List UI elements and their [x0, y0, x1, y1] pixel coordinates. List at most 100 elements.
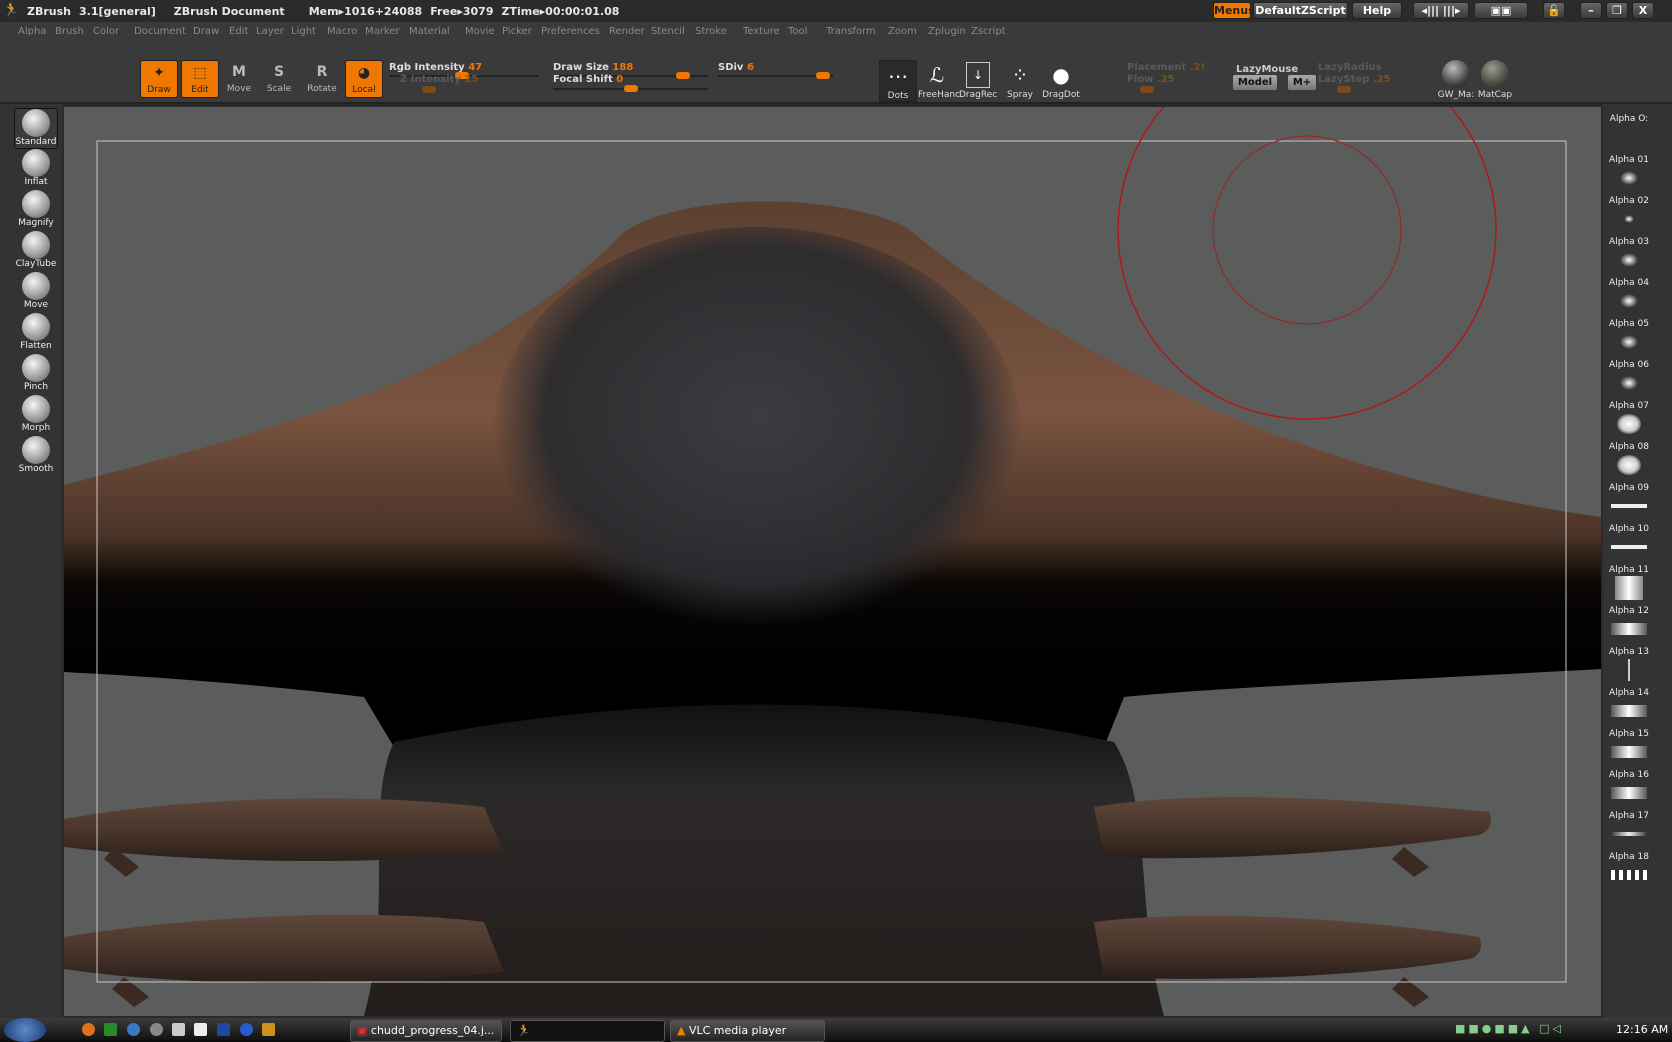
sdiv-slider[interactable]: SDiv 6 — [718, 62, 754, 73]
alpha-item[interactable]: Alpha O: — [1608, 114, 1650, 155]
menu-stroke[interactable]: Stroke — [695, 26, 727, 37]
local-button[interactable]: ◕ Local — [345, 60, 383, 98]
material-matcap[interactable]: MatCap — [1476, 60, 1514, 102]
alpha-item[interactable]: Alpha 10 — [1608, 524, 1650, 565]
minimize-icon[interactable]: – — [1580, 2, 1602, 19]
fireworks-icon[interactable] — [262, 1023, 275, 1036]
help-button[interactable]: Help — [1352, 2, 1402, 19]
brush-claytube[interactable]: ClayTube — [14, 231, 58, 272]
draw-size-slider[interactable]: Draw Size 188 — [553, 62, 633, 73]
flow-slider[interactable]: Flow .25 — [1127, 74, 1175, 85]
lazymouse-mplus-button[interactable]: M+ — [1288, 75, 1316, 90]
lock-icon[interactable]: 🔓 — [1543, 2, 1565, 19]
menu-transform[interactable]: Transform — [826, 26, 876, 37]
draw-size-knob[interactable] — [676, 72, 690, 79]
close-icon[interactable]: X — [1632, 2, 1654, 19]
focal-shift-knob[interactable] — [624, 85, 638, 92]
menu-layer[interactable]: Layer — [256, 26, 284, 37]
menu-edit[interactable]: Edit — [229, 26, 248, 37]
tray-shift-icon[interactable]: ◂||| |||▸ — [1413, 2, 1469, 19]
draw-button[interactable]: ✦ Draw — [140, 60, 178, 98]
alpha-item[interactable]: Alpha 16 — [1608, 770, 1650, 811]
alpha-item[interactable]: Alpha 03 — [1608, 237, 1650, 278]
layout-swap-icon[interactable]: ▣▣ — [1474, 2, 1528, 19]
menu-preferences[interactable]: Preferences — [541, 26, 600, 37]
brush-standard[interactable]: Standard — [14, 108, 58, 149]
z-intensity-slider[interactable]: Z Intensity 25 — [400, 74, 478, 85]
alpha-item[interactable]: Alpha 09 — [1608, 483, 1650, 524]
rgb-intensity-slider[interactable]: Rgb Intensity 47 — [389, 62, 482, 73]
brush-flatten[interactable]: Flatten — [14, 313, 58, 354]
menu-brush[interactable]: Brush — [55, 26, 84, 37]
restore-icon[interactable]: ❐ — [1606, 2, 1628, 19]
menu-color[interactable]: Color — [93, 26, 119, 37]
menu-zplugin[interactable]: Zplugin — [928, 26, 966, 37]
brush-move[interactable]: Move — [14, 272, 58, 313]
app-icon[interactable] — [150, 1023, 163, 1036]
lazyradius-slider[interactable]: LazyRadius — [1318, 62, 1382, 73]
alpha-item[interactable]: Alpha 15 — [1608, 729, 1650, 770]
flow-knob[interactable] — [1140, 86, 1154, 93]
sdiv-knob[interactable] — [816, 72, 830, 79]
photoshop-icon[interactable] — [217, 1023, 230, 1036]
menu-alpha[interactable]: Alpha — [18, 26, 46, 37]
menu-zscript[interactable]: Zscript — [971, 26, 1006, 37]
document-canvas[interactable] — [64, 107, 1601, 1016]
menu-marker[interactable]: Marker — [365, 26, 400, 37]
taskbar-item-zbrush[interactable]: 🏃 — [510, 1020, 665, 1042]
rotate-button[interactable]: R Rotate — [303, 60, 341, 98]
menus-button[interactable]: Menus — [1213, 2, 1255, 19]
alpha-item[interactable]: Alpha 17 — [1608, 811, 1650, 852]
brush-magnify[interactable]: Magnify — [14, 190, 58, 231]
stroke-freehand[interactable]: ℒ FreeHanc — [918, 60, 960, 102]
menu-tool[interactable]: Tool — [788, 26, 807, 37]
alpha-item[interactable]: Alpha 13 — [1608, 647, 1650, 688]
default-zscript-button[interactable]: DefaultZScript — [1253, 2, 1348, 19]
z-intensity-knob[interactable] — [422, 86, 436, 93]
menu-document[interactable]: Document — [134, 26, 186, 37]
lazymouse-model-button[interactable]: Model — [1233, 75, 1277, 90]
alpha-item[interactable]: Alpha 05 — [1608, 319, 1650, 360]
alpha-item[interactable]: Alpha 14 — [1608, 688, 1650, 729]
menu-stencil[interactable]: Stencil — [651, 26, 685, 37]
firefox-icon[interactable] — [82, 1023, 95, 1036]
menu-light[interactable]: Light — [291, 26, 316, 37]
focal-shift-slider[interactable]: Focal Shift 0 — [553, 74, 623, 85]
alpha-item[interactable]: Alpha 11 — [1608, 565, 1650, 606]
app-icon[interactable] — [172, 1023, 185, 1036]
alpha-item[interactable]: Alpha 08 — [1608, 442, 1650, 483]
alpha-item[interactable]: Alpha 07 — [1608, 401, 1650, 442]
utorrent-icon[interactable] — [104, 1023, 117, 1036]
placement-slider[interactable]: Placement .2! — [1127, 62, 1205, 73]
brush-smooth[interactable]: Smooth — [14, 436, 58, 477]
menu-movie[interactable]: Movie — [465, 26, 495, 37]
menu-picker[interactable]: Picker — [502, 26, 532, 37]
stroke-dots[interactable]: ⋯ Dots — [879, 60, 917, 102]
stroke-dragdot[interactable]: ● DragDot — [1042, 60, 1080, 102]
alpha-item[interactable]: Alpha 01 — [1608, 155, 1650, 196]
brush-morph[interactable]: Morph — [14, 395, 58, 436]
scale-button[interactable]: S Scale — [260, 60, 298, 98]
system-tray-icons[interactable]: ■■●■■▲ □◁ — [1455, 1022, 1605, 1038]
alpha-item[interactable]: Alpha 04 — [1608, 278, 1650, 319]
lazystep-slider[interactable]: LazyStep .25 — [1318, 74, 1391, 85]
move-button[interactable]: M Move — [220, 60, 258, 98]
menu-render[interactable]: Render — [609, 26, 645, 37]
edit-button[interactable]: ⬚ Edit — [181, 60, 219, 98]
lazystep-knob[interactable] — [1337, 86, 1351, 93]
menu-texture[interactable]: Texture — [743, 26, 780, 37]
app-icon[interactable] — [127, 1023, 140, 1036]
alpha-item[interactable]: Alpha 06 — [1608, 360, 1650, 401]
taskbar-item-image[interactable]: ▣ chudd_progress_04.j... — [350, 1020, 502, 1042]
zbrush-quicklaunch-icon[interactable] — [194, 1023, 207, 1036]
alpha-item[interactable]: Alpha 18 — [1608, 852, 1650, 893]
menu-zoom[interactable]: Zoom — [888, 26, 917, 37]
menu-material[interactable]: Material — [409, 26, 450, 37]
taskbar-item-vlc[interactable]: ▲ VLC media player — [670, 1020, 825, 1042]
stroke-dragrect[interactable]: ↓ DragRec — [959, 60, 997, 102]
alpha-item[interactable]: Alpha 12 — [1608, 606, 1650, 647]
brush-pinch[interactable]: Pinch — [14, 354, 58, 395]
alpha-item[interactable]: Alpha 02 — [1608, 196, 1650, 237]
start-button[interactable] — [4, 1018, 46, 1042]
stroke-spray[interactable]: ⁘ Spray — [1001, 60, 1039, 102]
